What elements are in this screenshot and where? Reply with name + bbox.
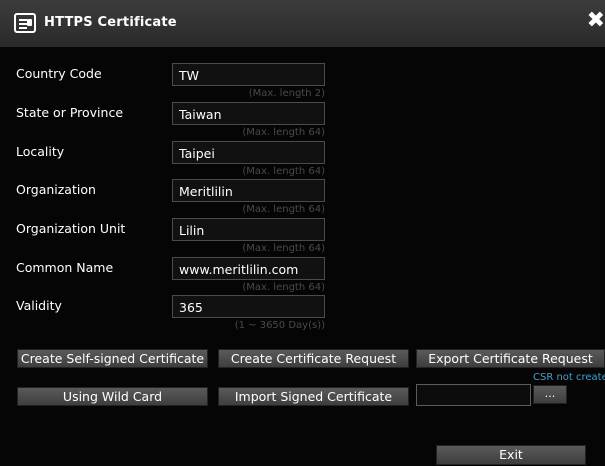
organization-hint: (Max. length 64) [242,204,325,215]
locality-input[interactable]: Taipei [172,141,325,164]
country-code-hint: (Max. length 2) [248,88,325,99]
state-province-label: State or Province [16,105,124,120]
country-code-input[interactable]: TW [172,63,325,86]
common-name-input[interactable]: www.meritlilin.com [172,257,325,280]
csr-status-text: CSR not created [533,372,605,383]
title-bar: HTTPS Certificate ✖ [0,0,605,47]
organization-unit-hint: (Max. length 64) [242,243,325,254]
locality-hint: (Max. length 64) [242,166,325,177]
exit-button[interactable]: Exit [436,445,586,465]
file-path-input[interactable] [416,384,531,406]
validity-input[interactable]: 365 [172,295,325,318]
common-name-label: Common Name [16,260,114,275]
using-wild-card-button[interactable]: Using Wild Card [17,387,208,406]
state-province-hint: (Max. length 64) [242,127,325,138]
state-province-input[interactable]: Taiwan [172,102,325,125]
organization-input[interactable]: Meritlilin [172,179,325,202]
locality-label: Locality [16,144,65,159]
country-code-label: Country Code [16,66,102,81]
validity-hint: (1 ~ 3650 Day(s)) [234,320,325,331]
import-signed-button[interactable]: Import Signed Certificate [218,387,409,406]
window-title: HTTPS Certificate [44,15,177,30]
organization-unit-input[interactable]: Lilin [172,218,325,241]
browse-button[interactable]: ... [533,385,567,404]
organization-unit-label: Organization Unit [16,221,126,236]
certificate-icon [14,13,36,33]
common-name-hint: (Max. length 64) [242,282,325,293]
validity-label: Validity [16,298,62,313]
organization-label: Organization [16,182,96,197]
export-request-button[interactable]: Export Certificate Request [416,349,605,368]
close-icon[interactable]: ✖ [587,10,605,32]
create-self-signed-button[interactable]: Create Self-signed Certificate [17,349,208,368]
create-request-button[interactable]: Create Certificate Request [218,349,409,368]
